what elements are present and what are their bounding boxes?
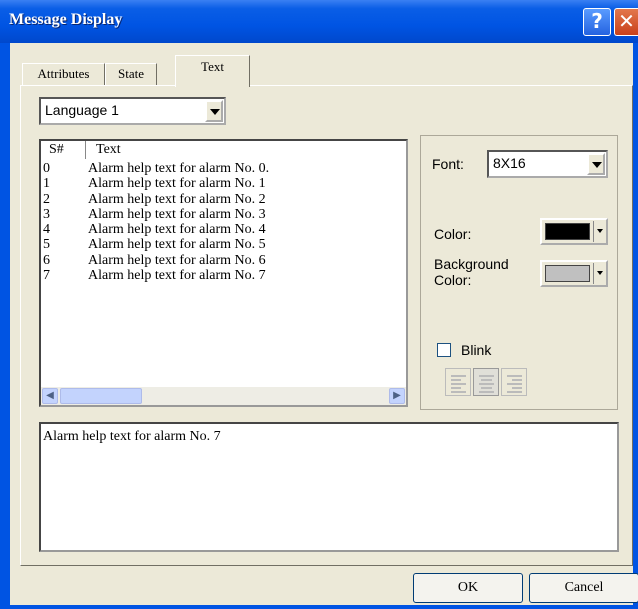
color-label: Color:	[434, 226, 472, 242]
list-item[interactable]: 4 Alarm help text for alarm No. 4	[41, 222, 406, 237]
window-border-bottom	[0, 605, 638, 609]
list-item[interactable]: 7 Alarm help text for alarm No. 7	[41, 268, 406, 283]
row-sn: 5	[43, 237, 50, 253]
align-right-button[interactable]	[501, 368, 527, 396]
row-sn: 6	[43, 252, 50, 268]
title-bar: Message Display ? ✕	[0, 0, 638, 43]
align-left-icon	[451, 375, 466, 395]
list-item[interactable]: 6 Alarm help text for alarm No. 6	[41, 253, 406, 268]
ok-button[interactable]: OK	[413, 573, 523, 603]
font-label: Font:	[432, 156, 464, 172]
scroll-left-button[interactable]: ◀	[42, 388, 58, 404]
row-sn: 2	[43, 191, 50, 207]
tab-text[interactable]: Text	[175, 55, 250, 87]
row-text: Alarm help text for alarm No. 2	[88, 191, 266, 207]
chevron-down-icon	[210, 109, 220, 115]
window-title: Message Display	[9, 11, 123, 28]
scroll-right-button[interactable]: ▶	[389, 388, 405, 404]
list-item[interactable]: 0 Alarm help text for alarm No. 0.	[41, 161, 406, 176]
font-dropdown-button[interactable]	[587, 153, 605, 175]
list-item[interactable]: 2 Alarm help text for alarm No. 2	[41, 192, 406, 207]
list-item[interactable]: 3 Alarm help text for alarm No. 3	[41, 207, 406, 222]
question-icon: ?	[591, 9, 603, 33]
close-button[interactable]: ✕	[614, 8, 638, 36]
row-text: Alarm help text for alarm No. 0.	[88, 161, 270, 176]
chevron-left-icon: ◀	[46, 390, 54, 401]
help-button[interactable]: ?	[583, 8, 611, 36]
row-text: Alarm help text for alarm No. 4	[88, 222, 266, 238]
tab-attributes[interactable]: Attributes	[22, 63, 105, 85]
background-label-line1: Background	[434, 256, 509, 272]
chevron-right-icon: ▶	[393, 390, 401, 401]
color-swatch	[545, 223, 590, 240]
align-center-icon	[479, 375, 494, 395]
tab-state[interactable]: State	[105, 63, 157, 85]
column-header-text[interactable]: Text	[96, 143, 121, 157]
row-sn: 4	[43, 222, 50, 238]
background-label-line2: Color:	[434, 272, 472, 288]
message-text-editor[interactable]: Alarm help text for alarm No. 7	[39, 422, 619, 552]
row-sn: 3	[43, 206, 50, 222]
align-right-icon	[507, 375, 522, 395]
cancel-button[interactable]: Cancel	[529, 573, 638, 603]
row-sn: 0	[43, 161, 50, 176]
align-left-button[interactable]	[445, 368, 471, 396]
font-select-value: 8X16	[493, 155, 526, 171]
blink-checkbox[interactable]	[437, 343, 451, 357]
list-rows: 0 Alarm help text for alarm No. 0. 1 Alarm …	[41, 161, 406, 283]
list-item[interactable]: 5 Alarm help text for alarm No. 5	[41, 237, 406, 252]
chevron-down-icon	[597, 229, 603, 233]
scroll-thumb[interactable]	[60, 388, 142, 404]
list-header: S# Text	[41, 141, 406, 159]
row-text: Alarm help text for alarm No. 1	[88, 176, 266, 192]
row-text: Alarm help text for alarm No. 3	[88, 206, 266, 222]
row-sn: 7	[43, 268, 50, 284]
column-divider[interactable]	[85, 141, 86, 159]
background-color-swatch	[545, 265, 590, 282]
chevron-down-icon	[597, 271, 603, 275]
row-text: Alarm help text for alarm No. 5	[88, 237, 266, 253]
message-list[interactable]: S# Text 0 Alarm help text for alarm No. 0…	[39, 139, 408, 407]
align-center-button[interactable]	[473, 368, 499, 396]
close-icon: ✕	[618, 9, 635, 33]
language-select[interactable]: Language 1	[39, 97, 226, 125]
chevron-down-icon	[592, 162, 602, 168]
row-sn: 1	[43, 176, 50, 192]
font-select[interactable]: 8X16	[487, 150, 608, 178]
color-picker-divider	[593, 221, 594, 242]
color-picker-button[interactable]	[540, 218, 608, 245]
background-picker-divider	[593, 263, 594, 284]
horizontal-scrollbar[interactable]: ◀ ▶	[41, 387, 406, 405]
background-color-picker-button[interactable]	[540, 260, 608, 287]
message-display-dialog: Message Display ? ✕ Attributes State Tex…	[0, 0, 638, 609]
list-item[interactable]: 1 Alarm help text for alarm No. 1	[41, 176, 406, 191]
blink-label: Blink	[461, 342, 492, 358]
column-header-sn[interactable]: S#	[49, 143, 64, 157]
language-dropdown-button[interactable]	[205, 100, 223, 122]
row-text: Alarm help text for alarm No. 6	[88, 252, 266, 268]
window-border-left	[0, 43, 10, 609]
language-select-value: Language 1	[45, 102, 119, 118]
row-text: Alarm help text for alarm No. 7	[88, 268, 266, 284]
window-border-right	[633, 43, 638, 609]
